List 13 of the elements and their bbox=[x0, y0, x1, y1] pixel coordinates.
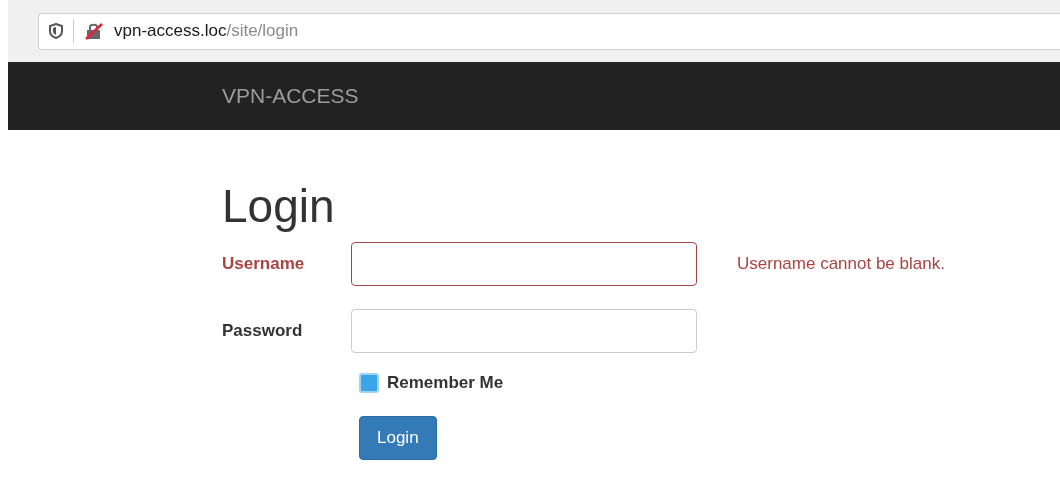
field-label: Password bbox=[222, 320, 304, 343]
error-message: Username cannot be blank. bbox=[737, 253, 945, 276]
insecure-lock-icon[interactable] bbox=[84, 22, 104, 40]
brand-link[interactable]: VPN-ACCESS bbox=[222, 80, 359, 112]
remember-checkbox[interactable] bbox=[359, 372, 379, 393]
url-text: vpn-access.loc/site/login bbox=[114, 20, 299, 43]
login-button[interactable]: Login bbox=[359, 415, 437, 460]
page-title: Login bbox=[222, 179, 336, 234]
field-label: Username bbox=[222, 253, 306, 276]
shield-icon[interactable] bbox=[49, 23, 63, 39]
remember-label: Remember Me bbox=[387, 372, 504, 394]
address-bar[interactable]: vpn-access.loc/site/login bbox=[38, 12, 1060, 50]
input-field[interactable] bbox=[351, 242, 697, 286]
